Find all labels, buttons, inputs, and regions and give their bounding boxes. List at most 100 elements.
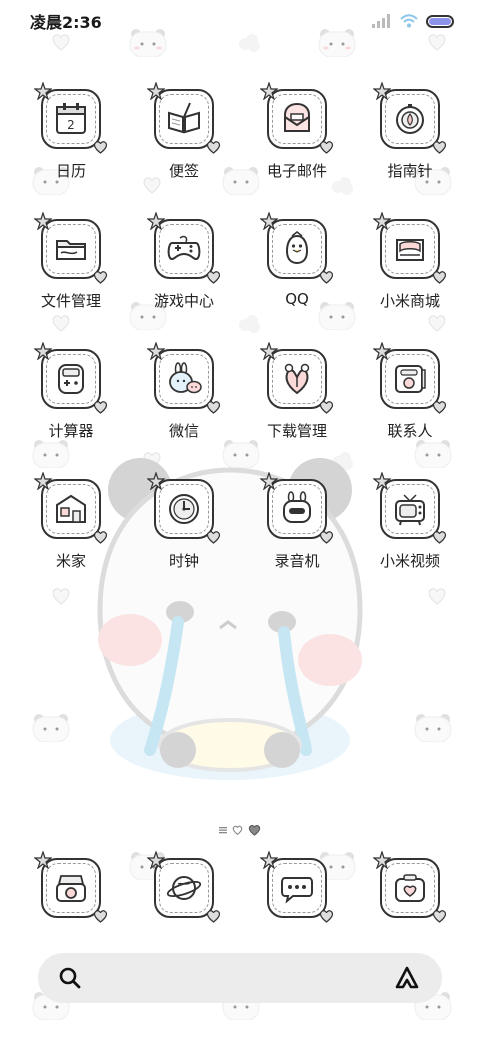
star-decoration-icon — [147, 472, 165, 490]
heart-decoration-icon — [432, 141, 447, 154]
browser-planet-icon — [166, 876, 202, 900]
heart-decoration-icon — [319, 531, 334, 544]
wifi-icon — [400, 14, 418, 28]
app-qq[interactable]: QQ — [241, 212, 353, 311]
mail-icon — [284, 102, 310, 132]
app-wechat[interactable]: 微信 — [128, 342, 240, 441]
app-label: 录音机 — [274, 552, 320, 570]
app-label: 文件管理 — [40, 292, 101, 310]
heart-decoration-icon — [93, 141, 108, 154]
app-label: 微信 — [168, 422, 199, 440]
heart-sticker — [428, 588, 446, 605]
download-icon — [284, 363, 310, 395]
heart-decoration-icon — [93, 401, 108, 414]
dock-camera[interactable] — [15, 851, 127, 923]
penguin-icon — [285, 231, 309, 265]
gamepad-icon — [167, 235, 201, 261]
heart-decoration-icon — [319, 401, 334, 414]
shop-icon — [396, 239, 424, 261]
app-mi-store[interactable]: 小米商城 — [354, 212, 466, 311]
clock-icon — [169, 494, 199, 524]
calculator-icon — [58, 364, 84, 394]
star-decoration-icon — [373, 851, 391, 869]
app-email[interactable]: 电子邮件 — [241, 82, 353, 181]
page-indicator[interactable] — [0, 822, 480, 838]
dock — [0, 851, 480, 923]
message-bubble-icon — [281, 877, 313, 904]
heart-decoration-icon — [206, 401, 221, 414]
app-grid: 2 日历 便签 电子邮件 指南针 文件管理 游戏中心 QQ 小米商城 计算器 微… — [0, 82, 480, 571]
app-calculator[interactable]: 计算器 — [15, 342, 127, 441]
heart-decoration-icon — [206, 531, 221, 544]
search-icon[interactable] — [58, 966, 82, 990]
star-decoration-icon — [147, 82, 165, 100]
app-label: 计算器 — [48, 422, 94, 440]
tv-icon — [395, 494, 425, 526]
app-label: 时钟 — [168, 552, 199, 570]
app-label: 游戏中心 — [153, 292, 214, 310]
bear-sticker — [414, 714, 452, 742]
app-files[interactable]: 文件管理 — [15, 212, 127, 311]
status-time: 凌晨2:36 — [30, 13, 102, 32]
app-label: 日历 — [55, 162, 86, 180]
heart-decoration-icon — [93, 910, 108, 923]
star-decoration-icon — [260, 342, 278, 360]
gallery-camera-icon — [395, 874, 425, 902]
heart-decoration-icon — [319, 141, 334, 154]
page-dot-inactive — [232, 825, 243, 835]
heart-decoration-icon — [432, 910, 447, 923]
star-decoration-icon — [147, 851, 165, 869]
dock-browser[interactable] — [128, 851, 240, 923]
app-calendar[interactable]: 2 日历 — [15, 82, 127, 181]
page-dot-active — [248, 824, 261, 836]
recorder-icon — [283, 491, 311, 523]
app-label: 小米商城 — [379, 292, 440, 310]
battery-level — [429, 17, 451, 25]
star-decoration-icon — [34, 472, 52, 490]
star-decoration-icon — [34, 851, 52, 869]
calendar-day: 2 — [67, 118, 75, 132]
app-label: 便签 — [168, 162, 199, 180]
assistant-icon[interactable] — [394, 965, 420, 991]
compass-icon — [396, 104, 424, 134]
app-notes[interactable]: 便签 — [128, 82, 240, 181]
app-label: 指南针 — [387, 162, 433, 180]
heart-decoration-icon — [206, 141, 221, 154]
contacts-icon — [395, 365, 426, 393]
camera-icon — [56, 875, 86, 902]
search-bar[interactable] — [38, 953, 442, 1003]
star-decoration-icon — [260, 851, 278, 869]
app-label: 米家 — [55, 552, 86, 570]
heart-decoration-icon — [93, 271, 108, 284]
app-mi-video[interactable]: 小米视频 — [354, 472, 466, 571]
app-label: QQ — [285, 290, 309, 308]
folder-icon — [56, 240, 86, 260]
app-compass[interactable]: 指南针 — [354, 82, 466, 181]
heart-sticker — [52, 588, 70, 605]
star-decoration-icon — [373, 472, 391, 490]
dock-messages[interactable] — [241, 851, 353, 923]
star-decoration-icon — [260, 82, 278, 100]
app-contacts[interactable]: 联系人 — [354, 342, 466, 441]
chat-bunny-icon — [169, 362, 202, 394]
app-clock[interactable]: 时钟 — [128, 472, 240, 571]
dock-gallery[interactable] — [354, 851, 466, 923]
notebook-icon — [168, 102, 200, 134]
status-bar: 凌晨2:36 — [0, 0, 480, 42]
app-downloads[interactable]: 下载管理 — [241, 342, 353, 441]
app-mijia[interactable]: 米家 — [15, 472, 127, 571]
star-decoration-icon — [260, 212, 278, 230]
app-recorder[interactable]: 录音机 — [241, 472, 353, 571]
star-decoration-icon — [373, 212, 391, 230]
battery-icon — [426, 14, 454, 28]
star-decoration-icon — [34, 82, 52, 100]
app-game-center[interactable]: 游戏中心 — [128, 212, 240, 311]
house-icon — [56, 494, 86, 523]
app-label: 小米视频 — [379, 552, 440, 570]
heart-decoration-icon — [319, 910, 334, 923]
heart-decoration-icon — [206, 910, 221, 923]
status-icons — [372, 14, 454, 28]
star-decoration-icon — [373, 342, 391, 360]
app-label: 联系人 — [387, 422, 433, 440]
bear-sticker — [32, 714, 70, 742]
